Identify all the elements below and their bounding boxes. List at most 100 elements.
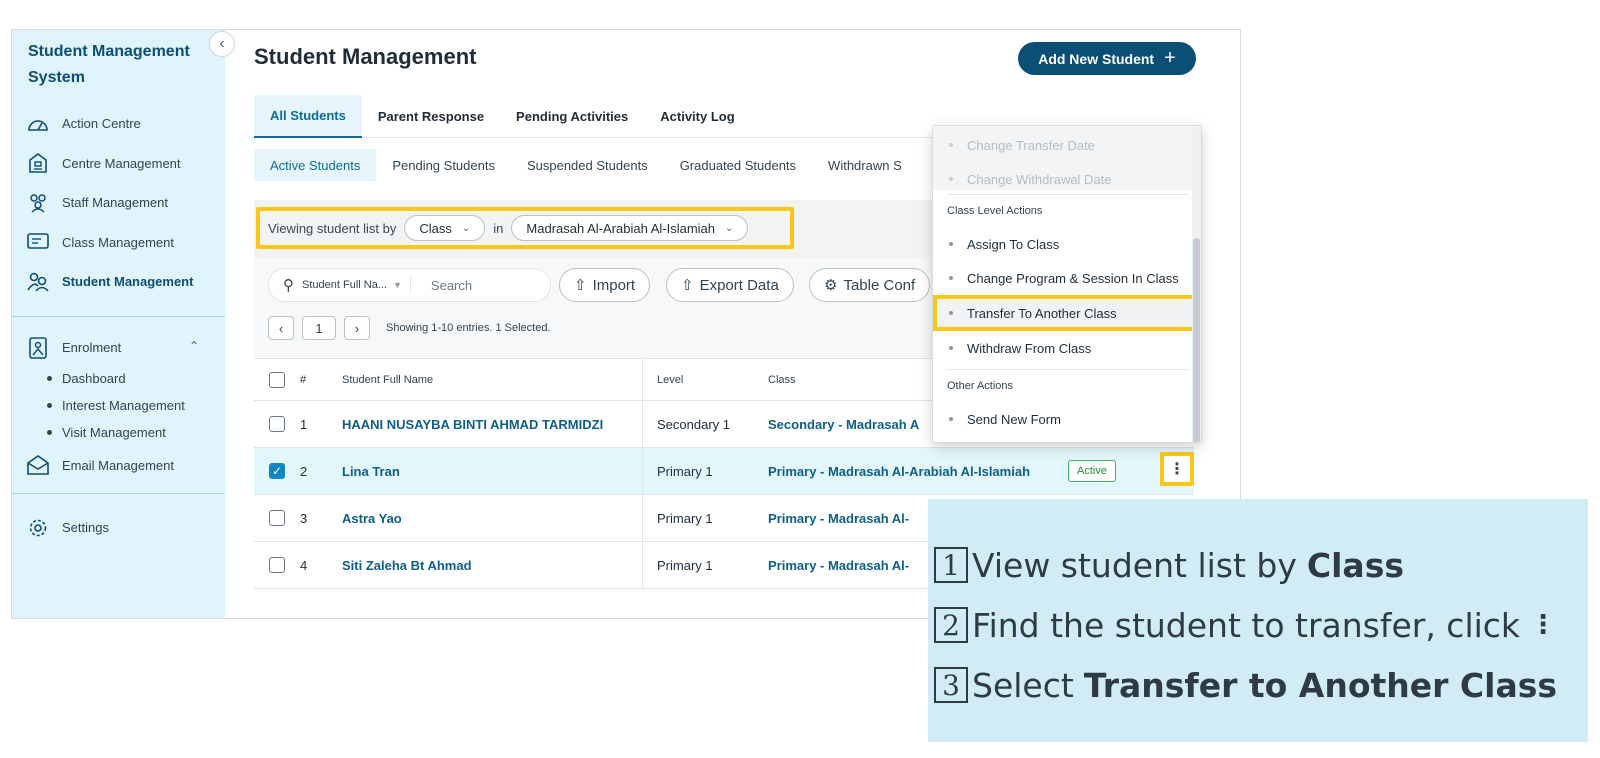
menu-item-withdraw-from-class[interactable]: Withdraw From Class: [933, 331, 1201, 365]
view-by-filter-highlight: Viewing student list by Class ⌄ in Madra…: [256, 207, 794, 249]
step-text: Select: [972, 665, 1074, 705]
menu-scrollbar[interactable]: [1192, 126, 1201, 442]
student-name-link[interactable]: Siti Zaleha Bt Ahmad: [342, 542, 643, 588]
student-class-link[interactable]: Primary - Madrasah Al-Arabiah Al-Islamia…: [768, 464, 1044, 479]
col-header-name[interactable]: Student Full Name: [342, 359, 643, 400]
gauge-icon: [26, 114, 50, 134]
menu-item-assign-to-class[interactable]: Assign To Class: [933, 227, 1201, 261]
instruction-callout: 1 View student list by Class 2 Find the …: [928, 499, 1588, 742]
status-badge: Active: [1068, 460, 1116, 482]
entries-summary: Showing 1-10 entries. 1 Selected.: [386, 322, 551, 334]
mail-icon: [26, 455, 50, 476]
subtab-withdrawn-students[interactable]: Withdrawn S: [812, 149, 918, 181]
sidebar-item-centre-management[interactable]: Centre Management: [12, 144, 225, 184]
row-checkbox[interactable]: [269, 510, 285, 526]
sidebar-item-settings[interactable]: Settings: [12, 508, 225, 548]
tab-pending-activities[interactable]: Pending Activities: [500, 95, 644, 138]
tab-all-students[interactable]: All Students: [254, 95, 362, 138]
upload-icon: ⇧: [574, 277, 587, 294]
more-vertical-icon: ⋮: [1169, 461, 1185, 478]
student-status-tabs: Active Students Pending Students Suspend…: [254, 149, 918, 181]
instruction-step-1: 1 View student list by Class: [934, 535, 1588, 595]
sidebar-item-label: Enrolment: [62, 340, 122, 355]
view-by-label: Viewing student list by: [268, 220, 397, 236]
select-all-checkbox[interactable]: [269, 371, 285, 388]
instruction-step-3: 3 Select Transfer to Another Class: [934, 655, 1588, 715]
sidebar-item-action-centre[interactable]: Action Centre: [12, 104, 225, 144]
sidebar-item-staff-management[interactable]: Staff Management: [12, 183, 225, 223]
chevron-down-icon: ⌄: [461, 222, 471, 234]
row-actions-button[interactable]: ⋮: [1160, 452, 1194, 486]
student-name-link[interactable]: HAANI NUSAYBA BINTI AHMAD TARMIDZI: [342, 401, 643, 447]
import-label: Import: [592, 276, 636, 294]
table-config-button[interactable]: ⚙ Table Conf: [809, 268, 931, 302]
view-by-value: Class: [419, 220, 452, 236]
export-label: Export Data: [699, 276, 779, 294]
col-header-level[interactable]: Level: [643, 374, 768, 386]
chevron-down-icon: ⌄: [725, 222, 734, 234]
row-checkbox[interactable]: [269, 557, 285, 573]
search-field-select[interactable]: Student Full Na... ▼: [302, 276, 411, 294]
add-button-label: Add New Student: [1038, 50, 1155, 67]
search-input[interactable]: Search: [431, 278, 472, 293]
export-icon: ⇧: [681, 277, 694, 294]
add-new-student-button[interactable]: Add New Student +: [1018, 42, 1196, 75]
pagination: ‹ 1 › Showing 1-10 entries. 1 Selected.: [268, 316, 551, 340]
chevron-left-icon: ‹: [219, 35, 225, 52]
sidebar-subitem-interest-management[interactable]: Interest Management: [12, 392, 225, 419]
view-by-select[interactable]: Class ⌄: [404, 215, 486, 241]
subtab-pending-students[interactable]: Pending Students: [376, 149, 511, 181]
import-button[interactable]: ⇧ Import: [559, 268, 651, 302]
centre-select[interactable]: Madrasah Al-Arabiah Al-Islamiah ⌄: [511, 215, 749, 241]
chevron-right-icon: ›: [354, 320, 360, 336]
tab-parent-response[interactable]: Parent Response: [362, 95, 500, 138]
table-row[interactable]: ✓ 2 Lina Tran Primary 1 Primary - Madras…: [254, 448, 1194, 495]
menu-heading-class-actions: Class Level Actions: [947, 205, 1043, 217]
row-number: 2: [300, 463, 308, 479]
export-data-button[interactable]: ⇧ Export Data: [666, 268, 794, 302]
sidebar-subitem-visit-management[interactable]: Visit Management: [12, 419, 225, 446]
sidebar-item-label: Email Management: [62, 457, 174, 473]
row-checkbox[interactable]: [269, 416, 285, 432]
chevron-up-icon[interactable]: ⌃: [189, 339, 199, 353]
instruction-step-2: 2 Find the student to transfer, click ⋮: [934, 595, 1588, 655]
sidebar-item-label: Class Management: [62, 234, 174, 250]
students-icon: [26, 272, 50, 292]
page-number-input[interactable]: 1: [302, 316, 336, 340]
row-actions-menu: Change Transfer Date Change Withdrawal D…: [932, 125, 1202, 443]
next-page-button[interactable]: ›: [344, 316, 370, 340]
caret-down-icon: ▼: [393, 280, 402, 290]
building-icon: [26, 153, 50, 174]
student-level: Primary 1: [657, 463, 713, 479]
sidebar-item-enrolment[interactable]: Enrolment ⌃: [12, 331, 225, 365]
sidebar-subitem-dashboard[interactable]: Dashboard: [12, 365, 225, 392]
sidebar-divider: [12, 315, 225, 317]
menu-item-send-new-form[interactable]: Send New Form: [933, 402, 1201, 436]
search-icon: ⚲: [283, 277, 294, 294]
staff-group-icon: [26, 193, 50, 213]
sidebar-item-label: Student Management: [62, 274, 194, 290]
sidebar-item-class-management[interactable]: Class Management: [12, 223, 225, 263]
menu-item-change-program-session[interactable]: Change Program & Session In Class: [933, 261, 1201, 295]
subtab-active-students[interactable]: Active Students: [254, 149, 377, 181]
student-name-link[interactable]: Astra Yao: [342, 495, 643, 541]
sidebar-item-email-management[interactable]: Email Management: [12, 446, 225, 486]
sidebar-item-student-management[interactable]: Student Management: [12, 262, 225, 302]
subtab-suspended-students[interactable]: Suspended Students: [511, 149, 664, 181]
student-name-link[interactable]: Lina Tran: [342, 448, 643, 494]
student-level: Primary 1: [657, 510, 713, 526]
prev-page-button[interactable]: ‹: [268, 316, 294, 340]
step-text: View student list by: [972, 545, 1297, 585]
step-emphasis: Transfer to Another Class: [1083, 665, 1558, 705]
sidebar-nav: Action Centre Centre Management Staff Ma…: [12, 104, 225, 548]
row-number: 3: [300, 510, 308, 526]
whiteboard-icon: [26, 232, 50, 252]
page-title: Student Management: [254, 44, 477, 69]
sidebar-item-label: Centre Management: [62, 155, 181, 171]
row-checkbox[interactable]: ✓: [269, 463, 285, 479]
row-number: 1: [300, 416, 308, 432]
menu-scrollbar-thumb[interactable]: [1193, 238, 1200, 442]
subtab-graduated-students[interactable]: Graduated Students: [664, 149, 812, 181]
tab-activity-log[interactable]: Activity Log: [644, 95, 750, 138]
menu-item-transfer-to-another-class[interactable]: Transfer To Another Class: [933, 295, 1197, 331]
